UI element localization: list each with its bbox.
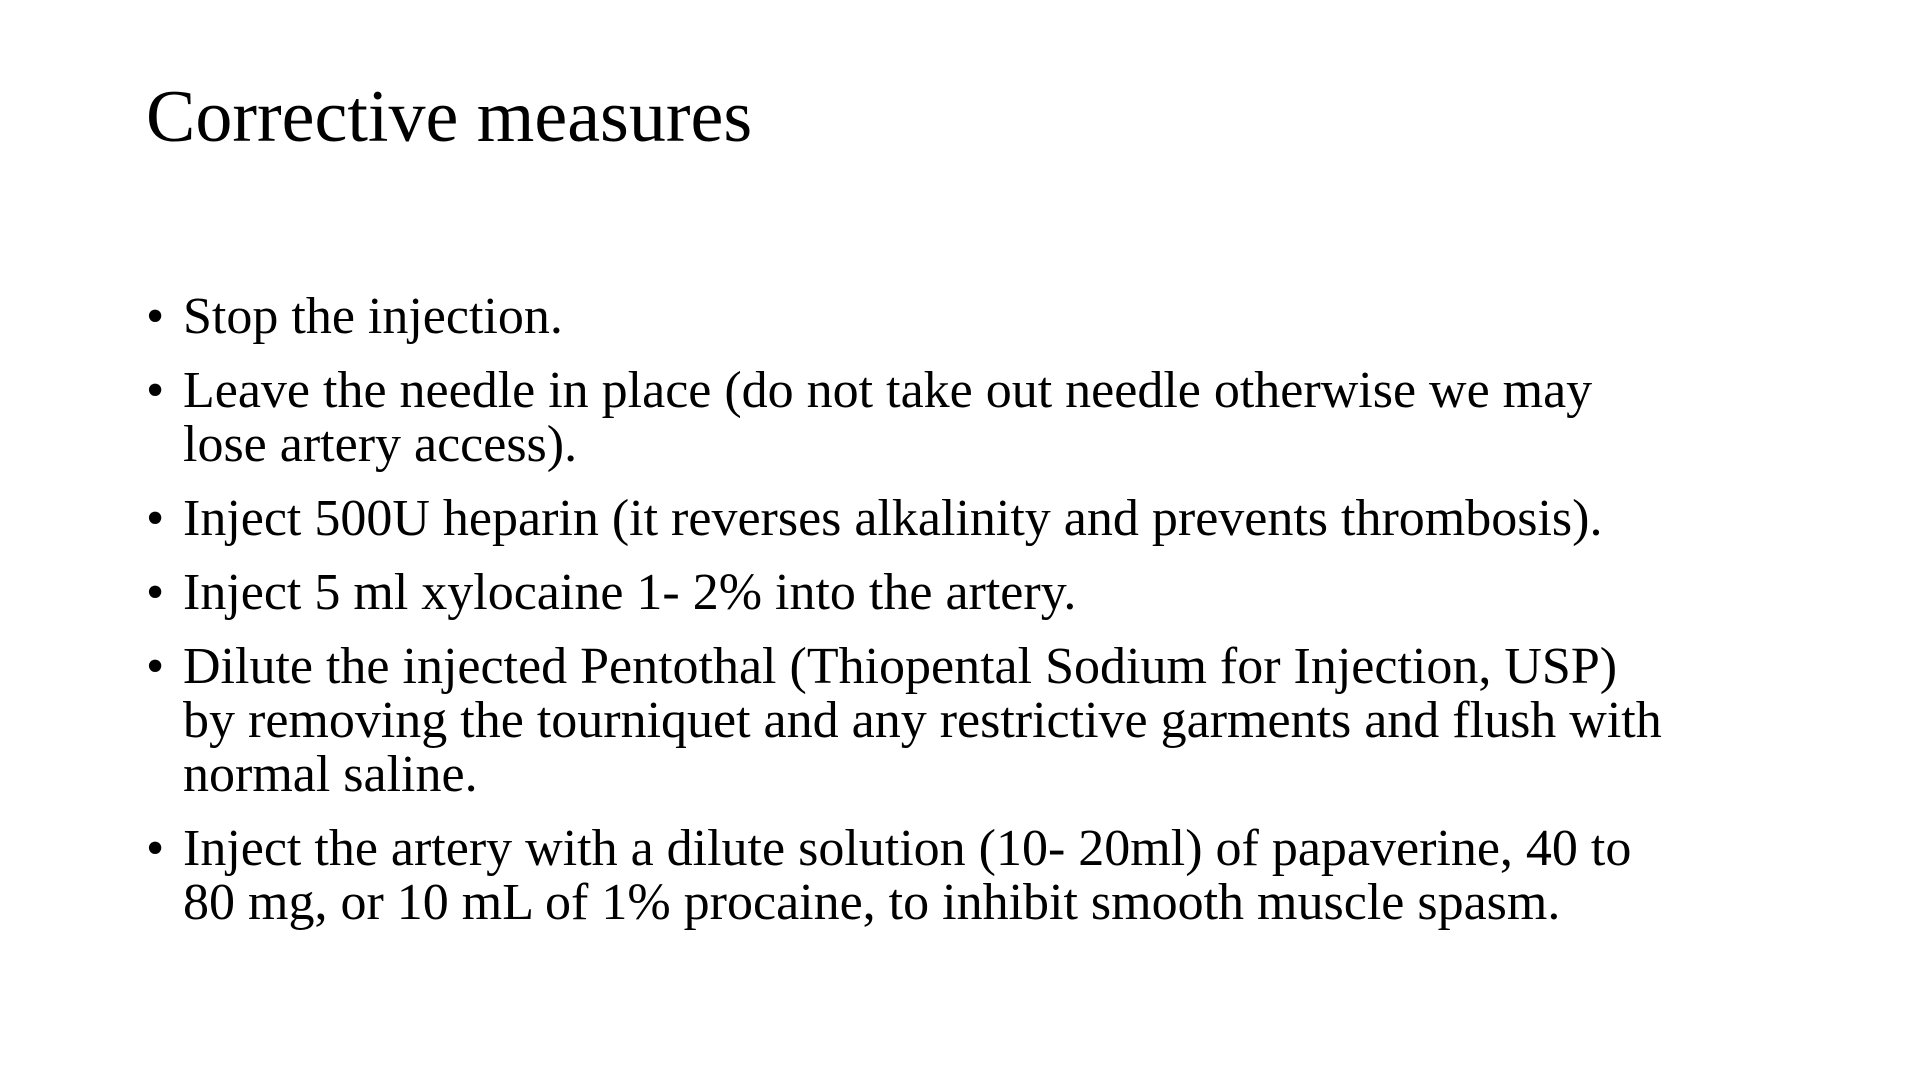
bullet-text-line: lose artery access). — [183, 416, 578, 473]
bullet-text-line: Inject 5 ml xylocaine 1- 2% into the art… — [183, 564, 1077, 621]
bullet-item: • Stop the injection. — [146, 290, 1866, 344]
bullet-list: • Stop the injection. • Leave the needle in… — [146, 290, 1866, 950]
bullet-icon: • — [146, 638, 165, 695]
bullet-item: • Dilute the injected Pentothal (Thiopent… — [146, 640, 1866, 802]
bullet-icon: • — [146, 564, 165, 621]
bullet-item: • Inject 500U heparin (it reverses alkali… — [146, 492, 1866, 546]
slide-title: Corrective measures — [146, 76, 753, 158]
bullet-text-line: Inject the artery with a dilute solution… — [183, 820, 1632, 877]
bullet-icon: • — [146, 490, 165, 547]
bullet-text-line: Dilute the injected Pentothal (Thiopenta… — [183, 638, 1618, 695]
bullet-text-line: Inject 500U heparin (it reverses alkalin… — [183, 490, 1603, 547]
bullet-text-line: normal saline. — [183, 746, 478, 803]
bullet-item: • Inject the artery with a dilute solutio… — [146, 822, 1866, 930]
bullet-icon: • — [146, 288, 165, 345]
bullet-text-line: Stop the injection. — [183, 288, 563, 345]
bullet-icon: • — [146, 820, 165, 877]
bullet-text-line: 80 mg, or 10 mL of 1% procaine, to inhib… — [183, 874, 1561, 931]
bullet-text-line: by removing the tourniquet and any restr… — [183, 692, 1662, 749]
bullet-icon: • — [146, 362, 165, 419]
bullet-item: • Inject 5 ml xylocaine 1- 2% into the ar… — [146, 566, 1866, 620]
bullet-item: • Leave the needle in place (do not take … — [146, 364, 1866, 472]
bullet-text-line: Leave the needle in place (do not take o… — [183, 362, 1593, 419]
